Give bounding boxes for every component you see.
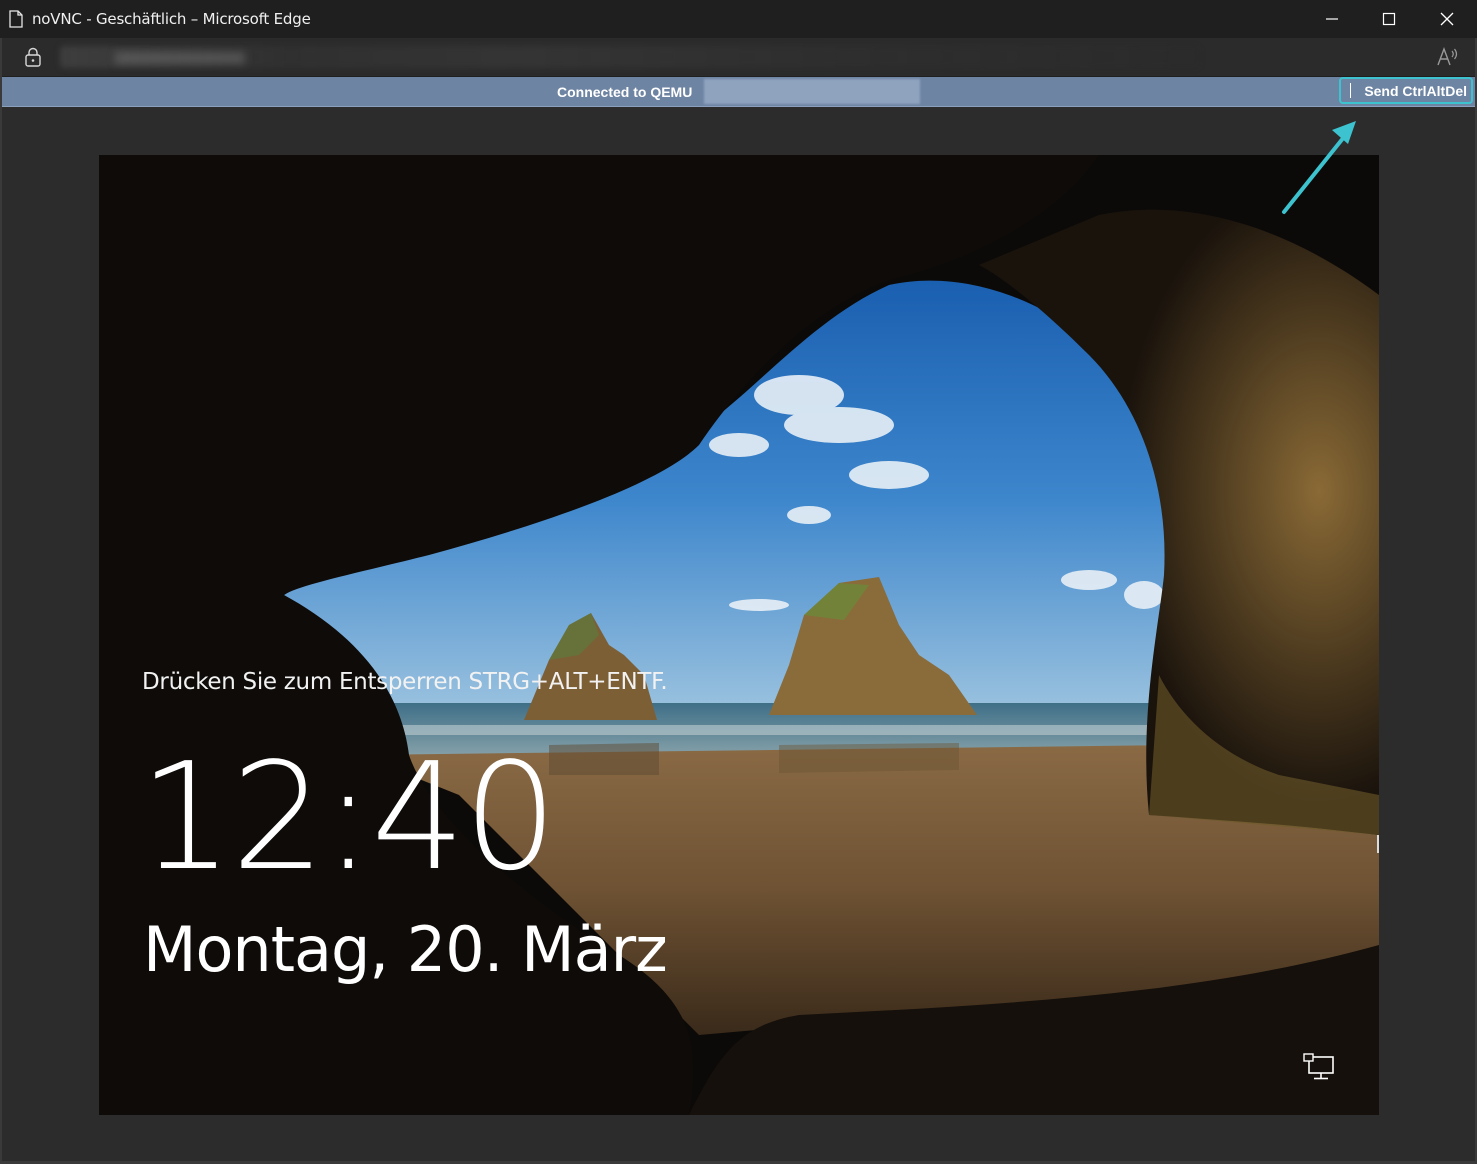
lock-screen-date: Montag, 20. März [143, 913, 668, 986]
send-ctrl-alt-del-label: Send CtrlAltDel [1364, 82, 1467, 99]
lock-icon[interactable] [24, 47, 42, 67]
lock-screen-time: 12:40 [139, 731, 558, 903]
read-aloud-icon[interactable] [1436, 46, 1460, 68]
unlock-hint: Drücken Sie zum Entsperren STRG+ALT+ENTF… [142, 669, 668, 695]
window-titlebar: noVNC - Geschäftlich – Microsoft Edge [0, 0, 1477, 38]
close-button[interactable] [1418, 0, 1476, 38]
maximize-button[interactable] [1360, 0, 1418, 38]
connection-status: Connected to QEMU [557, 84, 693, 100]
window-title: noVNC - Geschäftlich – Microsoft Edge [32, 10, 311, 28]
url-text-redacted [115, 52, 245, 64]
address-bar [0, 38, 1477, 76]
annotation-arrow-icon [1282, 121, 1356, 214]
send-ctrl-alt-del-button[interactable]: Send CtrlAltDel [1339, 77, 1473, 104]
mouse-cursor [1377, 835, 1379, 853]
maximize-icon [1382, 12, 1396, 26]
window-border-left [0, 38, 2, 1164]
minimize-icon [1326, 18, 1338, 20]
host-name-redacted [704, 79, 920, 104]
network-icon[interactable] [1303, 1053, 1337, 1081]
close-icon [1440, 12, 1454, 26]
novnc-status-bar: Connected to QEMU [0, 77, 1477, 107]
remote-lock-screen[interactable]: Drücken Sie zum Entsperren STRG+ALT+ENTF… [99, 155, 1379, 1115]
page-icon [9, 10, 23, 28]
minimize-button[interactable] [1303, 0, 1361, 38]
button-divider [1350, 83, 1351, 98]
